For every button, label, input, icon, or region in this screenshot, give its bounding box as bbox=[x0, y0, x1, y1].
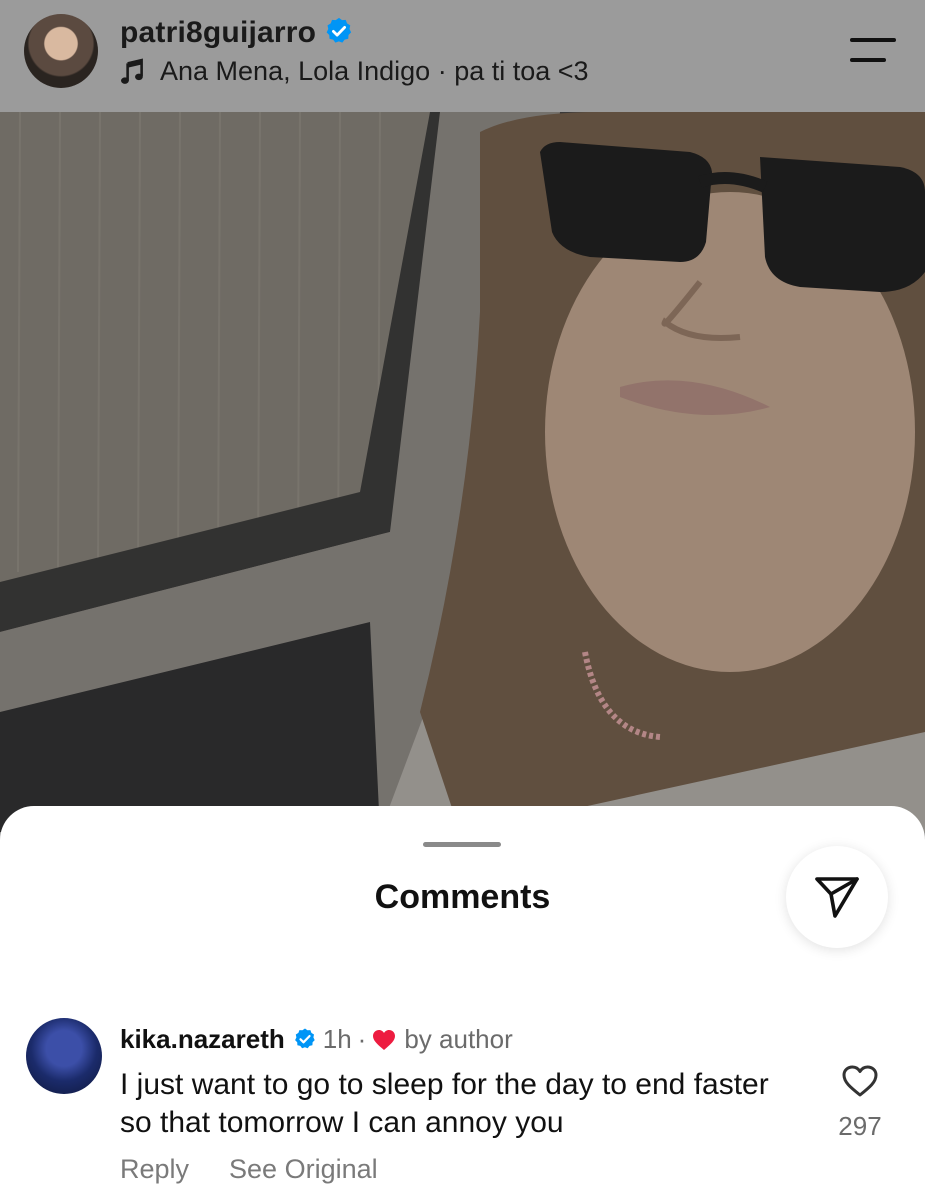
photo-illustration bbox=[0, 112, 925, 832]
like-count: 297 bbox=[838, 1111, 882, 1141]
sheet-grabber[interactable] bbox=[423, 842, 501, 847]
comment-time: 1h bbox=[322, 1024, 352, 1054]
heart-outline-icon[interactable] bbox=[841, 1064, 879, 1098]
music-text: Ana Mena, Lola Indigo · pa ti toa <3 bbox=[160, 56, 589, 86]
post-photo bbox=[0, 112, 925, 832]
music-info[interactable]: Ana Mena, Lola Indigo · pa ti toa <3 bbox=[120, 56, 589, 87]
see-original-button[interactable]: See Original bbox=[229, 1154, 378, 1185]
username-row[interactable]: patri8guijarro bbox=[120, 16, 354, 50]
heart-filled-icon bbox=[373, 1029, 396, 1050]
commenter-username[interactable]: kika.nazareth bbox=[120, 1024, 285, 1055]
comments-sheet: Comments kika.nazareth 1h · by author I … bbox=[0, 806, 925, 1200]
username[interactable]: patri8guijarro bbox=[120, 16, 316, 49]
verified-badge-icon bbox=[294, 1028, 315, 1048]
comment-text: I just want to go to sleep for the day t… bbox=[120, 1068, 769, 1139]
send-icon bbox=[815, 877, 859, 918]
post-header: patri8guijarro Ana Mena, Lola Indigo · p… bbox=[0, 0, 925, 112]
music-note-icon bbox=[121, 58, 143, 84]
comment-item: kika.nazareth 1h · by author I just want… bbox=[0, 1012, 925, 1200]
meta-separator: · bbox=[357, 1024, 367, 1054]
comment-meta: kika.nazareth 1h · by author bbox=[120, 1024, 513, 1055]
menu-icon[interactable] bbox=[848, 36, 898, 66]
profile-avatar[interactable] bbox=[24, 14, 98, 88]
share-button[interactable] bbox=[786, 846, 888, 948]
verified-badge-icon bbox=[326, 17, 352, 43]
commenter-avatar[interactable] bbox=[26, 1018, 102, 1094]
comment-actions: Reply See Original bbox=[120, 1154, 378, 1185]
comment-like: 297 bbox=[828, 1064, 892, 1142]
liked-by-author-label: by author bbox=[404, 1024, 513, 1054]
reply-button[interactable]: Reply bbox=[120, 1154, 189, 1185]
